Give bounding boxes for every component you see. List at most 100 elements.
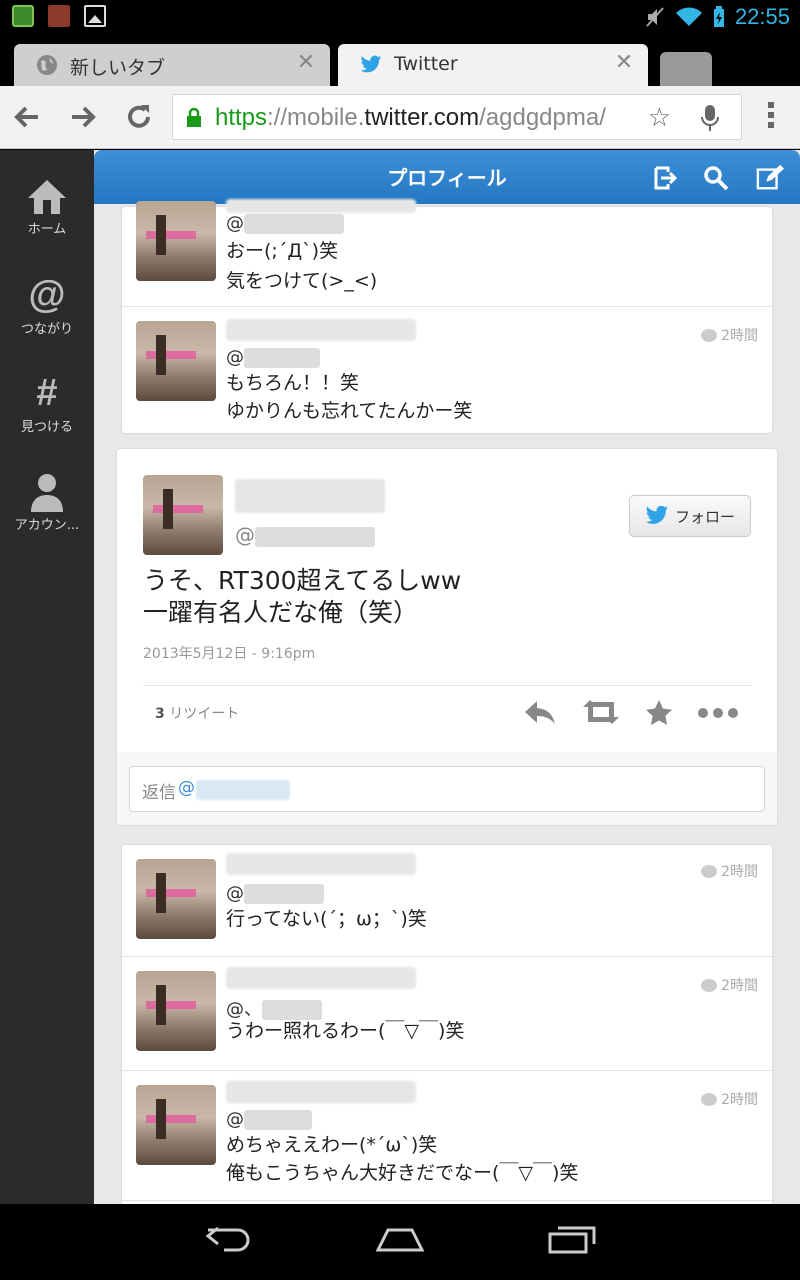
globe-icon bbox=[37, 55, 57, 75]
mute-icon bbox=[646, 7, 664, 27]
tab-title: Twitter bbox=[394, 53, 458, 75]
avatar[interactable] bbox=[143, 475, 223, 555]
more-options-icon[interactable] bbox=[697, 707, 739, 719]
wifi-icon bbox=[675, 7, 702, 26]
favorite-star-icon[interactable] bbox=[645, 699, 673, 725]
tweet-text-line: 行ってない(´；ω；`)笑 bbox=[226, 908, 427, 930]
battery-icon bbox=[713, 6, 724, 27]
url-bar[interactable]: https://mobile.twitter.com/agdgdpma/ ☆ bbox=[172, 94, 742, 140]
tweet-text-line: ゆかりんも忘れてたんかー笑 bbox=[226, 400, 473, 422]
microphone-icon[interactable] bbox=[699, 103, 721, 133]
web-page: ホーム @ つながり # 見つける アカウン... プロフィール @ おー(;´… bbox=[0, 150, 800, 1204]
display-name[interactable] bbox=[226, 319, 416, 341]
tweet-time[interactable]: 2時間 bbox=[701, 325, 758, 345]
profile-header: プロフィール bbox=[94, 150, 800, 204]
tweet-time[interactable]: 2時間 bbox=[701, 975, 758, 995]
follow-button[interactable]: フォロー bbox=[629, 495, 751, 537]
forward-button[interactable] bbox=[66, 100, 100, 134]
tweet-text-line: うそ、RT300超えてるしww bbox=[143, 566, 462, 595]
twitter-bird-icon bbox=[360, 55, 382, 73]
reply-bubble-icon bbox=[701, 978, 718, 992]
reply-icon[interactable] bbox=[523, 699, 557, 725]
tweet-text-line: 俺もこうちゃん大好きだでなー(￣▽￣)笑 bbox=[226, 1162, 579, 1184]
image-notification-icon bbox=[84, 5, 106, 27]
reply-input[interactable]: 返信 @ bbox=[129, 766, 765, 812]
retweet-icon[interactable] bbox=[581, 699, 621, 725]
sidebar: ホーム @ つながり # 見つける アカウン... bbox=[0, 150, 94, 1204]
sidebar-item-account[interactable]: アカウン... bbox=[0, 472, 94, 533]
tweet-handle[interactable]: @ bbox=[226, 1109, 312, 1130]
tweet-text-line: 気をつけて(>_<) bbox=[226, 270, 378, 292]
tweet-item[interactable]: 2時間 @、 うわー照れるわー(￣▽￣)笑 bbox=[122, 957, 772, 1071]
avatar[interactable] bbox=[136, 971, 216, 1051]
sidebar-item-home[interactable]: ホーム bbox=[0, 178, 94, 237]
display-name[interactable] bbox=[235, 479, 385, 513]
display-name[interactable] bbox=[226, 1081, 416, 1103]
overflow-menu-icon[interactable] bbox=[768, 102, 778, 132]
tab-strip: 新しいタブ ✕ Twitter ✕ bbox=[0, 34, 800, 86]
tweet-handle[interactable]: @ bbox=[226, 213, 344, 234]
tweet-timestamp[interactable]: 2013年5月12日 - 9:16pm bbox=[143, 643, 315, 663]
avatar[interactable] bbox=[136, 201, 216, 281]
avatar[interactable] bbox=[136, 321, 216, 401]
clock: 22:55 bbox=[734, 4, 790, 29]
reply-bubble-icon bbox=[701, 1092, 718, 1106]
search-icon[interactable] bbox=[702, 164, 730, 192]
reply-bubble-icon bbox=[701, 864, 718, 878]
sidebar-item-connect[interactable]: @ つながり bbox=[0, 274, 94, 337]
tweet-text-line: うわー照れるわー(￣▽￣)笑 bbox=[226, 1020, 465, 1042]
tweet-time[interactable]: 2時間 bbox=[701, 861, 758, 881]
close-tab-icon[interactable]: ✕ bbox=[294, 50, 318, 75]
toolbar: https://mobile.twitter.com/agdgdpma/ ☆ bbox=[0, 86, 800, 149]
reply-bubble-icon bbox=[701, 328, 718, 342]
display-name[interactable] bbox=[226, 853, 416, 875]
tweet-text-line: もちろん！！笑 bbox=[226, 372, 360, 394]
retweet-count[interactable]: 3 リツイート bbox=[155, 703, 239, 723]
tweet-text-line: 一躍有名人だな俺（笑） bbox=[143, 598, 419, 627]
tweet-item[interactable]: 2時間 @ もちろん！！笑 ゆかりんも忘れてたんかー笑 bbox=[122, 307, 772, 435]
forward-arrow-icon bbox=[72, 106, 96, 128]
tweet-text-line: おー(;´Д`)笑 bbox=[226, 240, 339, 262]
close-tab-icon[interactable]: ✕ bbox=[612, 50, 636, 75]
tweet-time[interactable]: 2時間 bbox=[701, 1089, 758, 1109]
sign-out-icon[interactable] bbox=[652, 164, 680, 192]
back-button[interactable] bbox=[10, 100, 44, 134]
tab-new-tab[interactable]: 新しいタブ ✕ bbox=[14, 44, 330, 86]
avatar[interactable] bbox=[136, 859, 216, 939]
twitter-bird-icon bbox=[645, 506, 669, 524]
sidebar-item-discover[interactable]: # 見つける bbox=[0, 372, 94, 435]
reload-button[interactable] bbox=[122, 100, 156, 134]
app-notification-icon bbox=[12, 5, 34, 27]
tweet-item[interactable]: 2時間 @ めちゃええわー(*´ω`)笑 俺もこうちゃん大好きだでなー(￣▽￣)… bbox=[122, 1071, 772, 1201]
reload-icon bbox=[128, 105, 150, 128]
tweet-text-line: めちゃええわー(*´ω`)笑 bbox=[226, 1134, 438, 1156]
home-icon bbox=[28, 180, 66, 214]
avatar[interactable] bbox=[136, 1085, 216, 1165]
tweet-handle[interactable]: @ bbox=[226, 347, 320, 368]
tweet-item[interactable]: 2時間 @ 行ってない(´；ω；`)笑 bbox=[122, 845, 772, 957]
page-title: プロフィール bbox=[387, 166, 507, 190]
back-nav-icon[interactable] bbox=[204, 1222, 256, 1256]
status-bar: 22:55 bbox=[0, 0, 800, 34]
app-notification-icon bbox=[48, 5, 70, 27]
tab-title: 新しいタブ bbox=[70, 57, 166, 79]
at-icon: @ bbox=[28, 274, 66, 316]
new-tab-button[interactable] bbox=[660, 52, 712, 86]
recent-apps-icon[interactable] bbox=[546, 1222, 598, 1256]
hash-icon: # bbox=[36, 372, 58, 414]
url-text: https://mobile.twitter.com/agdgdpma/ bbox=[215, 104, 606, 131]
compose-icon[interactable] bbox=[756, 164, 784, 192]
tweet-handle[interactable]: @ bbox=[235, 523, 375, 547]
display-name[interactable] bbox=[226, 967, 416, 989]
tweet-handle[interactable]: @ bbox=[226, 883, 324, 904]
lock-icon bbox=[187, 107, 201, 127]
tab-twitter[interactable]: Twitter ✕ bbox=[338, 44, 648, 86]
system-nav-bar bbox=[0, 1204, 800, 1280]
tweet-item[interactable]: @ おー(;´Д`)笑 気をつけて(>_<) bbox=[122, 199, 772, 307]
home-nav-icon[interactable] bbox=[374, 1222, 426, 1256]
bookmark-star-icon[interactable]: ☆ bbox=[648, 103, 671, 133]
reply-area: 返信 @ bbox=[116, 752, 778, 826]
tweet-list-bottom: 2時間 @ 行ってない(´；ω；`)笑 2時間 @、 うわー照れるわー(￣▽￣)… bbox=[121, 844, 773, 1204]
divider bbox=[143, 685, 751, 686]
back-arrow-icon bbox=[14, 106, 38, 128]
